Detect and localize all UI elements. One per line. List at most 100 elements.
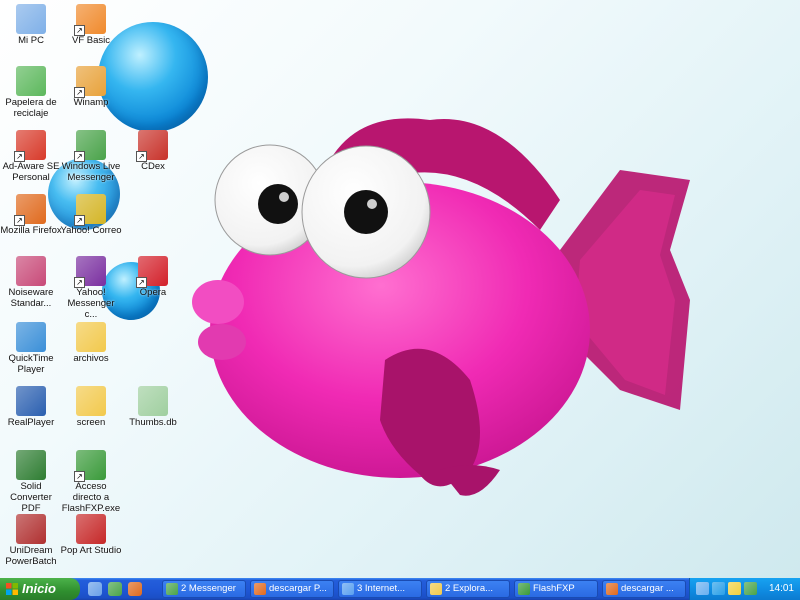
quick-launch <box>88 580 145 598</box>
shortcut-arrow-icon: ↗ <box>74 215 85 226</box>
shortcut-arrow-icon: ↗ <box>136 151 147 162</box>
firefox-icon <box>606 583 618 595</box>
taskbar-button-descargar-1[interactable]: descargar P... <box>250 580 334 598</box>
task-label: 2 Messenger <box>181 583 236 594</box>
desktop-icon-label: Mozilla Firefox <box>0 225 62 236</box>
desktop-icon-label: Windows Live Messenger <box>61 161 121 183</box>
desktop-icon-label: Yahoo! Messenger c... <box>67 287 115 320</box>
desktop-icon-label: RealPlayer <box>7 417 55 428</box>
desktop-icon-firefox[interactable]: ↗ Mozilla Firefox <box>0 194 62 236</box>
desktop-icon-label: Yahoo! Correo <box>60 225 122 236</box>
desktop-icon-label: archivos <box>73 353 109 364</box>
opera-icon: ↗ <box>136 256 168 288</box>
task-label: 2 Explora... <box>445 583 494 594</box>
firefox-icon <box>254 583 266 595</box>
desktop-icon-archivos[interactable]: archivos <box>60 322 122 364</box>
taskbar-button-descargar-2[interactable]: descargar ... <box>602 580 686 598</box>
vf-basic-icon: ↗ <box>74 4 106 36</box>
taskbar-button-explorador[interactable]: 2 Explora... <box>426 580 510 598</box>
desktop-icon-label: Acceso directo a FlashFXP.exe <box>61 481 121 514</box>
shortcut-arrow-icon: ↗ <box>14 215 25 226</box>
desktop-icon-ad-aware[interactable]: ↗ Ad-Aware SE Personal <box>0 130 62 183</box>
task-label: 3 Internet... <box>357 583 406 594</box>
desktop-icon-label: Papelera de reciclaje <box>5 97 57 119</box>
desktop-icon-label: Thumbs.db <box>129 417 177 428</box>
shortcut-arrow-icon: ↗ <box>136 277 147 288</box>
network-icon[interactable] <box>696 582 709 595</box>
desktop-icon-yahoo-messenger[interactable]: ↗ Yahoo! Messenger c... <box>60 256 122 320</box>
desktop: Mi PC ↗ VF Basic Papelera de reciclaje ↗… <box>0 0 800 578</box>
solid-converter-icon <box>16 450 46 480</box>
noiseware-icon <box>16 256 46 286</box>
desktop-icon-screen[interactable]: screen <box>60 386 122 428</box>
desktop-icon-winamp[interactable]: ↗ Winamp <box>60 66 122 108</box>
messenger-tray-icon[interactable] <box>744 582 757 595</box>
start-label: Inicio <box>22 581 56 596</box>
desktop-icon-papelera[interactable]: Papelera de reciclaje <box>0 66 62 119</box>
desktop-icon-cdex[interactable]: ↗ CDex <box>122 130 184 172</box>
taskbar-button-internet[interactable]: 3 Internet... <box>338 580 422 598</box>
desktop-icon-solid-converter[interactable]: Solid Converter PDF <box>0 450 62 514</box>
desktop-icon-label: CDex <box>141 161 165 172</box>
desktop-icon-label: screen <box>76 417 106 428</box>
shortcut-arrow-icon: ↗ <box>74 471 85 482</box>
folder-icon <box>76 386 106 416</box>
flashfxp-icon: ↗ <box>74 450 106 482</box>
firefox-icon[interactable] <box>127 582 142 596</box>
desktop-icon-label: VF Basic <box>71 35 110 46</box>
desktop-icon-label: Opera <box>139 287 167 298</box>
taskbar-button-messenger[interactable]: 2 Messenger <box>162 580 246 598</box>
pop-art-icon <box>76 514 106 544</box>
desktop-icon-noiseware[interactable]: Noiseware Standar... <box>0 256 62 309</box>
desktop-icon-label: Winamp <box>73 97 109 108</box>
show-desktop-icon[interactable] <box>88 582 102 596</box>
ie-icon <box>342 583 354 595</box>
desktop-icon-opera[interactable]: ↗ Opera <box>122 256 184 298</box>
skype-icon[interactable] <box>712 582 725 595</box>
desktop-icon-flashfxp[interactable]: ↗ Acceso directo a FlashFXP.exe <box>60 450 122 514</box>
messenger-icon <box>166 583 178 595</box>
task-label: descargar ... <box>621 583 674 594</box>
yahoo-messenger-icon: ↗ <box>74 256 106 288</box>
desktop-icon-vf-basic[interactable]: ↗ VF Basic <box>60 4 122 46</box>
shortcut-arrow-icon: ↗ <box>74 277 85 288</box>
my-computer-icon <box>16 4 46 34</box>
messenger-icon: ↗ <box>74 130 106 162</box>
realplayer-icon <box>16 386 46 416</box>
file-icon <box>138 386 168 416</box>
desktop-icon-label: UniDream PowerBatch <box>5 545 57 567</box>
recycle-bin-icon <box>16 66 46 96</box>
language-icon[interactable] <box>728 582 741 595</box>
task-label: descargar P... <box>269 583 327 594</box>
start-button[interactable]: Inicio <box>0 578 80 600</box>
desktop-icon-unidream[interactable]: UniDream PowerBatch <box>0 514 62 567</box>
shortcut-arrow-icon: ↗ <box>74 25 85 36</box>
taskbar-button-flashfxp[interactable]: FlashFXP <box>514 580 598 598</box>
desktop-icon-quicktime[interactable]: QuickTime Player <box>0 322 62 375</box>
shortcut-arrow-icon: ↗ <box>74 151 85 162</box>
desktop-icon-pop-art-studio[interactable]: Pop Art Studio <box>60 514 122 556</box>
folder-icon <box>430 583 442 595</box>
desktop-icon-label: Pop Art Studio <box>60 545 122 556</box>
desktop-icon-realplayer[interactable]: RealPlayer <box>0 386 62 428</box>
desktop-icon-windows-live-messenger[interactable]: ↗ Windows Live Messenger <box>60 130 122 183</box>
shortcut-arrow-icon: ↗ <box>74 87 85 98</box>
taskbar: Inicio 2 Messenger descargar P... 3 Inte… <box>0 578 800 600</box>
winamp-icon: ↗ <box>74 66 106 98</box>
windows-flag-icon <box>6 583 18 595</box>
desktop-icon-yahoo-correo[interactable]: ↗ Yahoo! Correo <box>60 194 122 236</box>
desktop-icon-thumbs-db[interactable]: Thumbs.db <box>122 386 184 428</box>
desktop-icon-mi-pc[interactable]: Mi PC <box>0 4 62 46</box>
desktop-icon-label: QuickTime Player <box>8 353 54 375</box>
desktop-icon-label: Ad-Aware SE Personal <box>2 161 60 183</box>
ad-aware-icon: ↗ <box>14 130 46 162</box>
messenger-icon[interactable] <box>107 582 122 596</box>
flashfxp-icon <box>518 583 530 595</box>
shortcut-arrow-icon: ↗ <box>14 151 25 162</box>
desktop-icon-label: Solid Converter PDF <box>10 481 52 514</box>
clock[interactable]: 14:01 <box>769 578 794 600</box>
yahoo-mail-icon: ↗ <box>74 194 106 226</box>
desktop-icon-label: Mi PC <box>18 35 44 46</box>
firefox-icon: ↗ <box>14 194 46 226</box>
quicktime-icon <box>16 322 46 352</box>
